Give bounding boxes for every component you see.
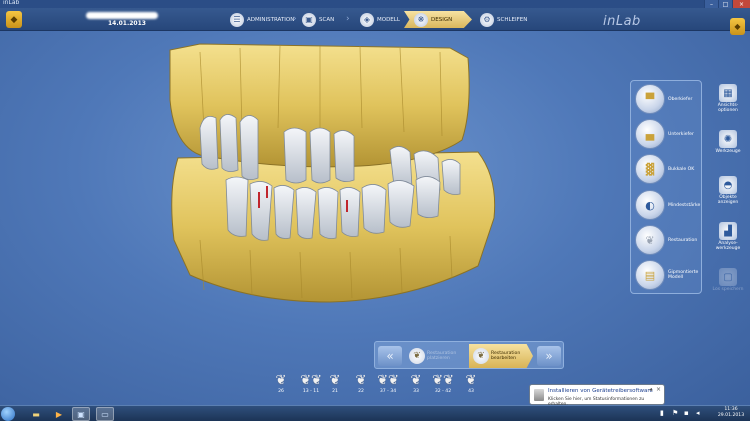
chevron-right-icon: › [346,14,350,24]
view-options-icon: ▦ [719,84,737,102]
phase-edit-restoration[interactable]: ❦ Restauration bearbeiten [469,344,533,368]
workflow-bar: ◆ 14.01.2013 ☰ ADMINISTRATION › ▣ SCAN ›… [0,8,750,35]
view-options-button[interactable]: ▦ Ansichts-optionen [710,84,746,113]
close-notification-icon[interactable]: × [656,386,661,393]
tool-plaster-model[interactable]: ▤ Gipmontierte Modell [635,259,701,291]
double-chevron-left-icon: « [386,349,394,363]
tooth-icon: ❦ [409,348,425,364]
double-chevron-right-icon: » [545,349,553,363]
tray-flag-icon[interactable]: ⚑ [672,409,678,417]
patient-name-redacted [86,12,158,19]
notification-title: Installieren von Gerätetreibersoftware [548,388,653,394]
step-schleifen[interactable]: ⚙ SCHLEIFEN [476,11,535,28]
volume-icon[interactable]: ◂ [696,409,700,417]
model-viewport[interactable] [160,40,500,305]
restoration-item[interactable]: ❦ 33 [401,373,431,394]
restoration-icon: ❦ [635,225,665,255]
tooth-icon: ❦❦ [432,373,454,388]
tool-buccal[interactable]: ▓ Bukkale OK [635,153,701,185]
restoration-item[interactable]: ❦❦ 37 - 34 [373,373,403,394]
restoration-item[interactable]: ❦❦ 32 - 42 [428,373,458,394]
restoration-item[interactable]: ❦ 43 [456,373,486,394]
step-scan[interactable]: ▣ SCAN [298,11,342,28]
driver-install-notification[interactable]: Installieren von Gerätetreibersoftware K… [529,384,665,407]
tooth-icon: ❦❦ [377,373,399,388]
model-icon: ◈ [360,12,374,27]
tooth-icon: ❦ [410,373,422,388]
next-phase-button[interactable]: » [537,346,561,366]
analysis-icon: ▟ [719,222,737,240]
analysis-tools-button[interactable]: ▟ Analyse-werkzeuge [710,222,746,251]
app-logo-icon[interactable]: ◆ [6,11,22,28]
tooth-icon: ❦ [473,348,489,364]
scan-icon: ▣ [302,12,316,27]
device-icon [534,389,544,401]
phase-place-restoration[interactable]: ❦ Restauration platzieren [405,344,469,368]
save-batch-button[interactable]: ▢ Los speichern [710,268,746,292]
show-objects-button[interactable]: ◓ Objekte anzeigen [710,176,746,205]
upper-jaw-icon: ▀ [635,84,665,114]
brand-logo: inLab [603,14,641,29]
window-title: inLab [3,0,20,6]
inlab-taskbar-icon[interactable]: ▣ [72,407,90,421]
tool-upper-jaw[interactable]: ▀ Oberkiefer [635,83,701,115]
buccal-icon: ▓ [635,154,665,184]
milling-icon: ⚙ [480,12,494,27]
phase-navigation: « ❦ Restauration platzieren ❦ Restaurati… [374,341,564,369]
start-button[interactable] [1,407,15,421]
tool-restoration[interactable]: ❦ Restauration [635,224,701,256]
tools-button[interactable]: ✺ Werkzeuge [710,130,746,154]
taskbar: ▬ ▶ ▣ ▭ ▮ ⚑ ▪ ◂ 11:36 29.01.2013 [0,405,750,421]
tooth-icon: ❦ [465,373,477,388]
network-icon[interactable]: ▮ [660,409,664,417]
window-titlebar: inLab – □ × [0,0,750,8]
tool-lower-jaw[interactable]: ▄ Unterkiefer [635,118,701,150]
tooth-icon: ❦ [355,373,367,388]
sirona-logo-icon[interactable]: ◆ [730,18,745,35]
speaker-icon: ◂ [648,386,652,393]
save-icon: ▢ [719,268,737,286]
lower-jaw-icon: ▄ [635,119,665,149]
restoration-item[interactable]: ❦ 22 [346,373,376,394]
media-player-taskbar-icon[interactable]: ▶ [50,407,68,421]
step-modell[interactable]: ◈ MODELL [356,11,408,28]
tools-icon: ✺ [719,130,737,148]
previous-phase-button[interactable]: « [378,346,402,366]
tool-min-thickness[interactable]: ◐ Mindeststärke [635,189,701,221]
plaster-model-icon: ▤ [635,260,665,290]
view-tools-panel: ▀ Oberkiefer ▄ Unterkiefer ▓ Bukkale OK … [630,80,702,294]
explorer-taskbar-icon[interactable]: ▬ [27,407,45,421]
tooth-icon: ❦ [275,373,287,388]
minimize-button[interactable]: – [704,0,718,8]
chevron-right-icon: › [293,14,297,24]
window-controls: – □ × [704,0,750,8]
design-icon: ❋ [414,12,428,27]
show-objects-icon: ◓ [719,176,737,194]
close-button[interactable]: × [732,0,750,8]
patient-date: 14.01.2013 [108,20,146,27]
step-design[interactable]: ❋ DESIGN [404,11,472,28]
window-taskbar-icon[interactable]: ▭ [96,407,114,421]
maximize-button[interactable]: □ [718,0,732,8]
restoration-item[interactable]: ❦ 26 [266,373,296,394]
step-administration[interactable]: ☰ ADMINISTRATION [226,11,302,28]
min-thickness-icon: ◐ [635,190,665,220]
taskbar-clock[interactable]: 11:36 29.01.2013 [716,407,746,419]
tray-device-icon[interactable]: ▪ [684,409,689,417]
admin-icon: ☰ [230,12,244,27]
